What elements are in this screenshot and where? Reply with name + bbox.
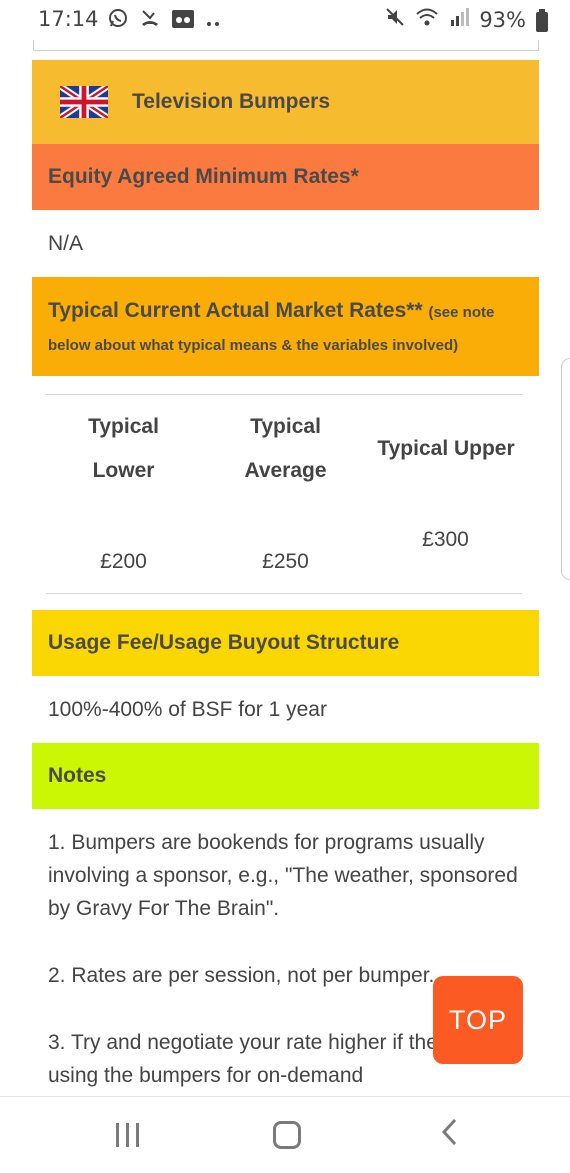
notes-heading-band: Notes — [32, 743, 539, 809]
page-title: Television Bumpers — [132, 90, 331, 113]
signal-icon — [449, 7, 470, 32]
page-content: Television Bumpers Equity Agreed Minimum… — [0, 40, 570, 1096]
rate-lower-value: £200 — [100, 550, 147, 573]
usage-heading-band: Usage Fee/Usage Buyout Structure — [32, 610, 539, 676]
battery-icon — [536, 8, 548, 32]
battery-percent: 93% — [479, 7, 526, 32]
navigation-bar — [0, 1096, 570, 1173]
typical-heading-band: Typical Current Actual Market Rates** (s… — [32, 277, 539, 376]
equity-heading-band: Equity Agreed Minimum Rates* — [32, 144, 539, 210]
typical-heading: Typical Current Actual Market Rates** — [48, 299, 423, 322]
note-item: 1. Bumpers are bookends for programs usu… — [48, 831, 518, 920]
more-dots-icon — [206, 9, 222, 33]
typical-note-line2: below about what typical means & the var… — [48, 337, 459, 354]
recent-apps-icon[interactable] — [116, 1123, 139, 1147]
rate-upper-value: £300 — [422, 528, 469, 551]
typical-note-inline: (see note — [428, 304, 495, 321]
mute-icon — [385, 7, 405, 32]
back-icon[interactable] — [440, 1117, 458, 1152]
previous-card-edge — [33, 40, 539, 51]
status-time: 17:14 — [38, 7, 99, 31]
notes-heading: Notes — [48, 764, 107, 787]
column-header-upper: Typical Upper — [377, 437, 515, 460]
section-title-band: Television Bumpers — [32, 60, 539, 144]
column-header-lower: Typical Lower — [88, 415, 159, 482]
usage-heading: Usage Fee/Usage Buyout Structure — [48, 631, 400, 654]
equity-heading: Equity Agreed Minimum Rates* — [48, 165, 359, 188]
missed-call-icon — [140, 8, 160, 33]
equity-value: N/A — [48, 232, 84, 255]
whatsapp-icon — [108, 8, 128, 33]
usage-value: 100%-400% of BSF for 1 year — [48, 698, 327, 721]
rate-average-value: £250 — [262, 550, 309, 573]
back-to-top-button[interactable]: TOP — [433, 976, 523, 1064]
voicemail-icon — [172, 9, 194, 33]
typical-rates-table: Typical Lower Typical Average Typical Up… — [46, 394, 522, 594]
status-bar: 17:14 93% — [0, 0, 570, 40]
home-icon[interactable] — [273, 1121, 301, 1149]
wifi-icon — [415, 7, 439, 32]
uk-flag-icon — [58, 83, 110, 121]
scrollbar-handle[interactable] — [561, 358, 570, 580]
column-header-average: Typical Average — [244, 415, 327, 482]
